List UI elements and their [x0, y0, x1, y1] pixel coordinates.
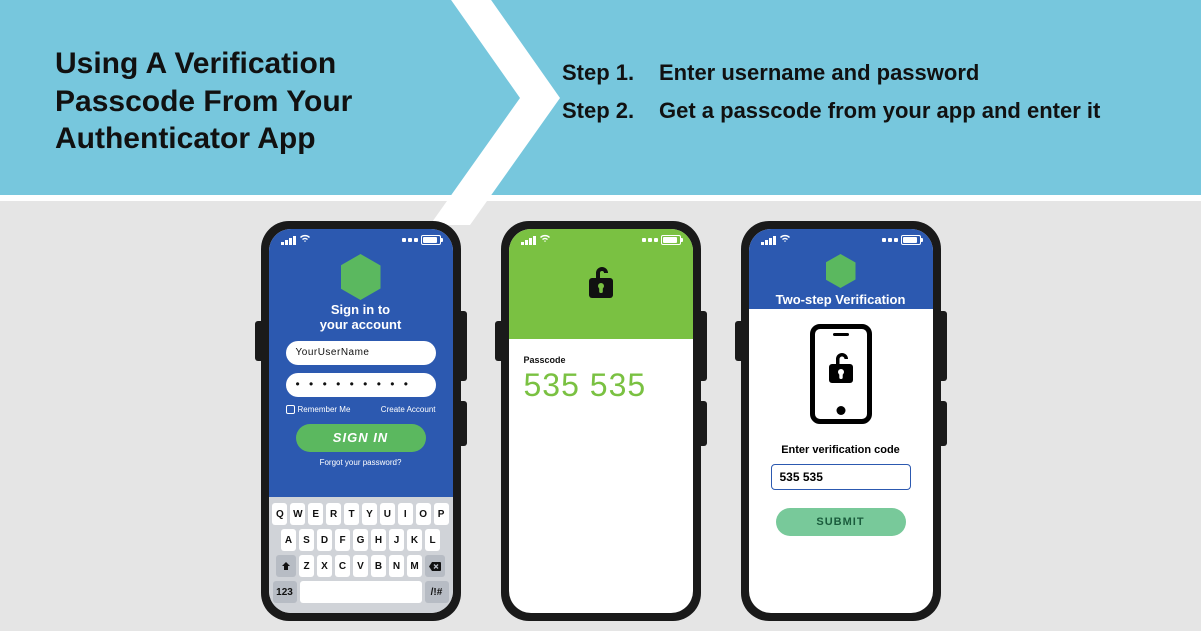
phone-verification: Two-step Verification Enter verification… — [741, 221, 941, 621]
step-1-num: Step 1. — [562, 60, 657, 96]
signin-title: Sign in toyour account — [269, 303, 453, 333]
status-bar — [269, 229, 453, 251]
header-banner: Using A Verification Passcode From Your … — [0, 0, 1201, 195]
key-t[interactable]: T — [344, 503, 359, 525]
key-k[interactable]: K — [407, 529, 422, 551]
key-n[interactable]: N — [389, 555, 404, 577]
space-key[interactable] — [300, 581, 422, 603]
key-f[interactable]: F — [335, 529, 350, 551]
phone-row: Sign in toyour account YourUserName • • … — [0, 201, 1201, 621]
key-r[interactable]: R — [326, 503, 341, 525]
forgot-password-link[interactable]: Forgot your password? — [269, 458, 453, 467]
key-m[interactable]: M — [407, 555, 422, 577]
steps-list: Step 1. Enter username and password Step… — [560, 58, 1102, 136]
enter-code-label: Enter verification code — [749, 444, 933, 456]
backspace-key[interactable] — [425, 555, 445, 577]
menu-dots-icon — [402, 238, 418, 242]
verification-code-input[interactable]: 535 535 — [771, 464, 911, 490]
key-i[interactable]: I — [398, 503, 413, 525]
battery-icon — [661, 235, 681, 245]
battery-icon — [421, 235, 441, 245]
key-g[interactable]: G — [353, 529, 368, 551]
submit-button[interactable]: SUBMIT — [776, 508, 906, 536]
key-q[interactable]: Q — [272, 503, 287, 525]
create-account-link[interactable]: Create Account — [381, 405, 436, 414]
signin-button[interactable]: SIGN IN — [296, 424, 426, 452]
passcode-label: Passcode — [524, 355, 678, 365]
numbers-key[interactable]: 123 — [273, 581, 297, 603]
key-c[interactable]: C — [335, 555, 350, 577]
keyboard: QWERTYUIOP ASDFGHJKL ZXCVBNM 123 /!# — [269, 497, 453, 613]
key-z[interactable]: Z — [299, 555, 314, 577]
banner-title: Using A Verification Passcode From Your … — [55, 45, 475, 158]
key-v[interactable]: V — [353, 555, 368, 577]
username-input[interactable]: YourUserName — [286, 341, 436, 365]
key-y[interactable]: Y — [362, 503, 377, 525]
app-logo-icon — [826, 254, 856, 288]
verification-title: Two-step Verification — [749, 292, 933, 307]
key-d[interactable]: D — [317, 529, 332, 551]
step-1-text: Enter username and password — [659, 60, 1100, 96]
key-l[interactable]: L — [425, 529, 440, 551]
key-s[interactable]: S — [299, 529, 314, 551]
key-u[interactable]: U — [380, 503, 395, 525]
signal-icon — [281, 236, 296, 245]
signal-icon — [521, 236, 536, 245]
step-2-text: Get a passcode from your app and enter i… — [659, 98, 1100, 134]
key-x[interactable]: X — [317, 555, 332, 577]
key-o[interactable]: O — [416, 503, 431, 525]
app-logo-icon — [341, 254, 381, 300]
phone-lock-icon — [810, 324, 872, 424]
status-bar — [509, 229, 693, 251]
key-h[interactable]: H — [371, 529, 386, 551]
symbols-key[interactable]: /!# — [425, 581, 449, 603]
phone-authenticator: Passcode 535 535 — [501, 221, 701, 621]
wifi-icon — [539, 234, 551, 246]
step-2-num: Step 2. — [562, 98, 657, 134]
phone-signin: Sign in toyour account YourUserName • • … — [261, 221, 461, 621]
wifi-icon — [299, 234, 311, 246]
signal-icon — [761, 236, 776, 245]
menu-dots-icon — [642, 238, 658, 242]
remember-me-checkbox[interactable]: Remember Me — [286, 405, 351, 414]
status-bar — [749, 229, 933, 251]
shift-key[interactable] — [276, 555, 296, 577]
key-a[interactable]: A — [281, 529, 296, 551]
passcode-value: 535 535 — [524, 367, 678, 404]
kb-row-2: ASDFGHJKL — [273, 529, 449, 551]
kb-row-3: ZXCVBNM — [273, 555, 449, 577]
key-p[interactable]: P — [434, 503, 449, 525]
key-b[interactable]: B — [371, 555, 386, 577]
key-w[interactable]: W — [290, 503, 305, 525]
password-input[interactable]: • • • • • • • • • — [286, 373, 436, 397]
wifi-icon — [779, 234, 791, 246]
battery-icon — [901, 235, 921, 245]
menu-dots-icon — [882, 238, 898, 242]
key-e[interactable]: E — [308, 503, 323, 525]
kb-row-1: QWERTYUIOP — [273, 503, 449, 525]
key-j[interactable]: J — [389, 529, 404, 551]
